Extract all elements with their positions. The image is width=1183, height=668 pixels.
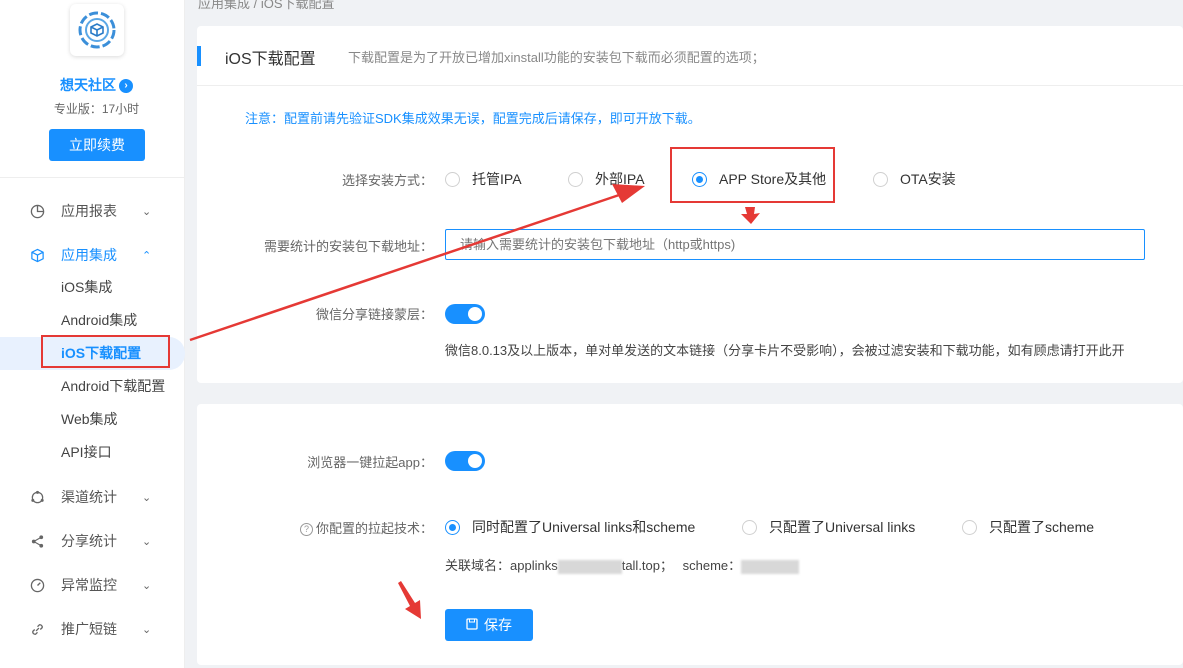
radio-dot[interactable]: [445, 519, 460, 535]
sub-item-android-download-config[interactable]: Android下载配置: [0, 370, 185, 403]
sub-item-web-integration[interactable]: Web集成: [0, 403, 185, 436]
app-logo: [70, 4, 124, 56]
wechat-mask-label: 微信分享链接蒙层：: [315, 307, 433, 322]
sub-item-api[interactable]: API接口: [0, 436, 185, 469]
radio-label: 外部IPA: [595, 171, 645, 187]
redacted-domain: [557, 559, 622, 574]
radio-universal-only[interactable]: 只配置了Universal links: [742, 517, 915, 537]
radio-label: 托管IPA: [472, 171, 522, 187]
nav-app-report[interactable]: 应用报表 ⌄: [0, 189, 185, 233]
share-icon: [29, 533, 45, 549]
chevron-down-icon: ⌄: [142, 623, 152, 636]
nav-share-stats-label: 分享统计: [61, 533, 117, 549]
annotation-box-sidebar: [41, 335, 170, 368]
chevron-down-icon: ⌄: [142, 579, 152, 592]
radio-label: 只配置了scheme: [989, 519, 1095, 535]
nav-short-link[interactable]: 推广短链 ⌄: [0, 607, 185, 651]
channel-icon: [29, 489, 45, 505]
config-notice: 注意：配置前请先验证SDK集成效果无误，配置完成后请保存，即可开放下载。: [245, 111, 701, 126]
browser-launch-label: 浏览器一键拉起app：: [307, 455, 433, 470]
associated-domain: 关联域名：applinks tall.top； scheme：: [445, 555, 800, 574]
radio-dot[interactable]: [742, 519, 757, 535]
chevron-up-icon: ⌃: [142, 249, 152, 262]
redacted-scheme: [741, 559, 800, 574]
browser-launch-toggle[interactable]: [445, 451, 485, 471]
nav-channel-stats-label: 渠道统计: [61, 489, 117, 505]
domain-suffix: tall.top；: [621, 558, 674, 573]
chevron-down-icon: ⌄: [142, 535, 152, 548]
radio-dot[interactable]: [873, 171, 888, 187]
radio-hosted-ipa[interactable]: 托管IPA: [445, 169, 522, 189]
nav-short-link-label: 推广短链: [61, 621, 117, 637]
save-label: 保存: [484, 617, 512, 633]
sidebar-divider: [0, 177, 185, 178]
nav-exception-monitor-label: 异常监控: [61, 577, 117, 593]
launch-tech-label-text: 你配置的拉起技术：: [315, 521, 433, 536]
page-description: 下载配置是为了开放已增加xinstall功能的安装包下载而必须配置的选项；: [348, 50, 765, 65]
plan-status: 专业版：17小时: [53, 102, 140, 116]
save-button[interactable]: 保存: [445, 609, 533, 641]
radio-scheme-only[interactable]: 只配置了scheme: [962, 517, 1094, 537]
radio-dot[interactable]: [962, 519, 977, 535]
sidebar: 想天社区 › 专业版：17小时 立即续费 应用报表 ⌄ 应用集成 ⌃ iOS集成 …: [0, 0, 185, 668]
radio-ota[interactable]: OTA安装: [873, 169, 956, 189]
radio-dot[interactable]: [568, 171, 583, 187]
help-icon[interactable]: ?: [299, 523, 313, 537]
breadcrumb-parent[interactable]: 应用集成: [198, 0, 250, 11]
nav-channel-stats[interactable]: 渠道统计 ⌄: [0, 475, 185, 519]
cube-icon: [29, 247, 45, 263]
wechat-mask-note: 微信8.0.13及以上版本，单对单发送的文本链接（分享卡片不受影响），会被过滤安…: [445, 343, 1125, 358]
brand-label: 想天社区: [60, 77, 116, 93]
gauge-icon: [29, 577, 45, 593]
renew-button[interactable]: 立即续费: [49, 129, 145, 161]
nav-app-report-label: 应用报表: [61, 203, 117, 219]
annotation-box-app-store: [670, 147, 835, 203]
radio-label: OTA安装: [900, 171, 956, 187]
nav-exception-monitor[interactable]: 异常监控 ⌄: [0, 563, 185, 607]
download-url-label: 需要统计的安装包下载地址：: [263, 239, 433, 254]
wechat-mask-toggle[interactable]: [445, 304, 485, 324]
link-icon: [29, 621, 45, 637]
nav-share-stats[interactable]: 分享统计 ⌄: [0, 519, 185, 563]
chevron-down-icon: ⌄: [142, 205, 152, 218]
brand-arrow-icon[interactable]: ›: [119, 79, 133, 94]
save-icon: [466, 617, 478, 633]
pie-chart-icon: [29, 203, 45, 219]
panel-header: iOS下载配置 下载配置是为了开放已增加xinstall功能的安装包下载而必须配…: [197, 26, 1183, 86]
launch-config-panel: 浏览器一键拉起app： ? 你配置的拉起技术： 同时配置了Universal li…: [197, 404, 1183, 665]
breadcrumb: 应用集成 / iOS下载配置: [198, 0, 335, 12]
download-url-input[interactable]: [445, 229, 1145, 260]
scheme-prefix: scheme：: [682, 558, 742, 573]
radio-label: 同时配置了Universal links和scheme: [472, 519, 696, 535]
sub-item-ios-integration[interactable]: iOS集成: [0, 271, 185, 304]
radio-external-ipa[interactable]: 外部IPA: [568, 169, 645, 189]
install-method-label: 选择安装方式：: [341, 173, 433, 188]
download-config-panel: iOS下载配置 下载配置是为了开放已增加xinstall功能的安装包下载而必须配…: [197, 26, 1183, 383]
page-title: iOS下载配置: [225, 51, 316, 68]
title-accent-bar: [197, 46, 201, 66]
domain-prefix: 关联域名：applinks: [445, 558, 558, 573]
launch-tech-label: ? 你配置的拉起技术：: [299, 518, 433, 537]
breadcrumb-separator: /: [253, 0, 258, 11]
brand-name[interactable]: 想天社区 ›: [0, 75, 193, 95]
radio-universal-and-scheme[interactable]: 同时配置了Universal links和scheme: [445, 517, 695, 537]
radio-dot[interactable]: [445, 171, 460, 187]
sub-item-android-integration[interactable]: Android集成: [0, 304, 185, 337]
chevron-down-icon: ⌄: [142, 491, 152, 504]
logo-icon: [78, 11, 116, 49]
radio-label: 只配置了Universal links: [769, 519, 916, 535]
nav-app-integration-label: 应用集成: [61, 247, 117, 263]
breadcrumb-current: iOS下载配置: [260, 0, 335, 11]
